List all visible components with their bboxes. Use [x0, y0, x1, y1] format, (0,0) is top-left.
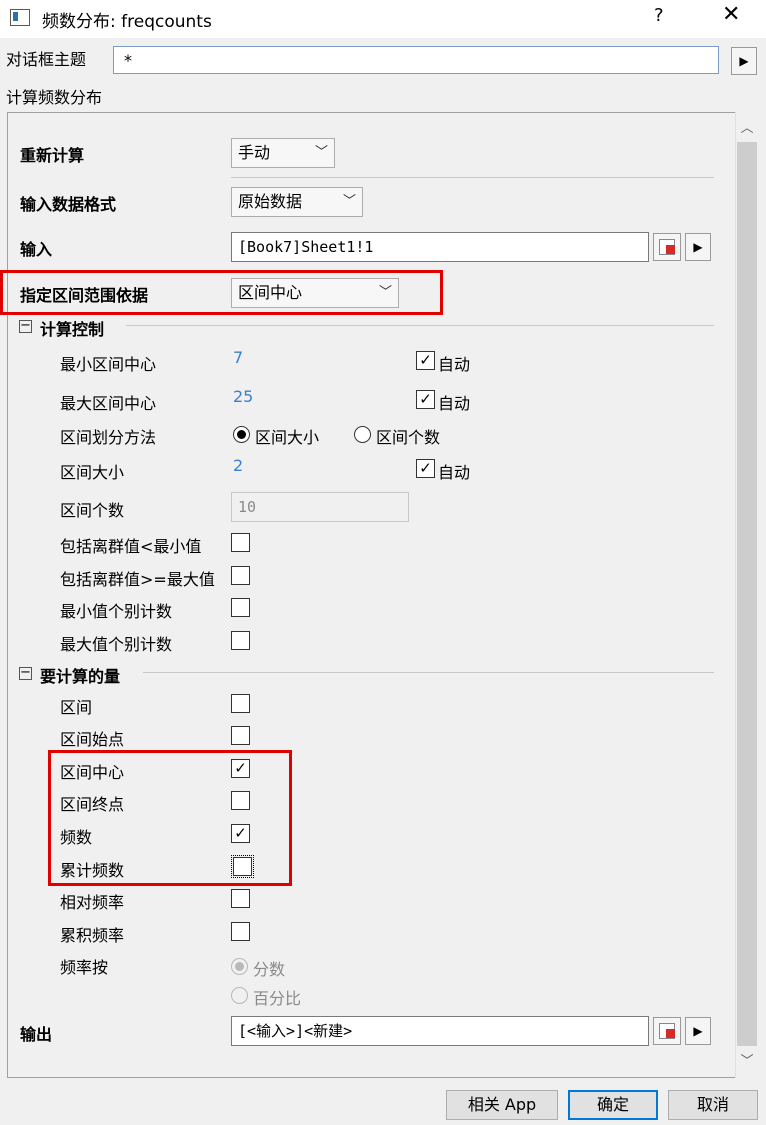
scroll-up-icon[interactable]: ︿: [735, 117, 759, 139]
cum-freq-checkbox[interactable]: [231, 922, 250, 941]
min-center-auto-checkbox[interactable]: ✓: [416, 351, 435, 370]
close-button[interactable]: ✕: [722, 2, 740, 27]
theme-label: 对话框主题: [6, 50, 87, 69]
input-menu-button[interactable]: ▶: [685, 233, 711, 261]
input-format-label: 输入数据格式: [20, 195, 117, 214]
outlier-low-checkbox[interactable]: [231, 533, 250, 552]
radio-bin-count[interactable]: [354, 426, 371, 443]
calc-control-header: 计算控制: [40, 320, 105, 339]
radio-percent[interactable]: [231, 987, 248, 1004]
min-center-auto-label: 自动: [438, 355, 471, 374]
app-icon: [10, 9, 30, 26]
divider: [231, 177, 714, 178]
radio-bin-size[interactable]: [233, 426, 250, 443]
scrollbar-thumb[interactable]: [737, 142, 757, 1046]
rel-freq-checkbox[interactable]: [231, 889, 250, 908]
max-center-value[interactable]: 25: [233, 387, 253, 406]
divider: [126, 325, 714, 326]
bin-start-label: 区间始点: [60, 730, 125, 749]
highlight-box: [0, 270, 443, 315]
highlight-box: [48, 750, 292, 886]
window-title: 频数分布: freqcounts: [42, 12, 212, 32]
radio-percent-label: 百分比: [253, 989, 302, 1008]
output-range-icon[interactable]: [653, 1017, 681, 1045]
count-input[interactable]: 10: [231, 492, 409, 522]
output-field[interactable]: [<输入>]<新建>: [231, 1016, 649, 1046]
size-label: 区间大小: [60, 463, 125, 482]
count-label: 区间个数: [60, 501, 125, 520]
max-center-auto-label: 自动: [438, 394, 471, 413]
rel-freq-label: 相对频率: [60, 893, 125, 912]
chevron-down-icon: ﹀: [314, 145, 328, 160]
input-label: 输入: [20, 240, 53, 259]
input-format-select[interactable]: 原始数据 ﹀: [231, 187, 363, 217]
bin-label: 区间: [60, 698, 93, 717]
cum-freq-label: 累积频率: [60, 926, 125, 945]
recalc-value: 手动: [238, 143, 271, 162]
size-auto-label: 自动: [438, 463, 471, 482]
size-value[interactable]: 2: [233, 456, 243, 475]
chevron-down-icon: ﹀: [342, 194, 356, 209]
input-field[interactable]: [Book7]Sheet1!1: [231, 232, 649, 262]
collapse-icon[interactable]: −: [19, 666, 32, 680]
size-auto-checkbox[interactable]: ✓: [416, 459, 435, 478]
outlier-high-label: 包括离群值>=最大值: [60, 570, 215, 589]
recalc-select[interactable]: 手动 ﹀: [231, 138, 335, 168]
max-center-label: 最大区间中心: [60, 394, 157, 413]
outlier-high-checkbox[interactable]: [231, 566, 250, 585]
bin-start-checkbox[interactable]: [231, 726, 250, 745]
freq-by-label: 频率按: [60, 958, 109, 977]
cancel-button[interactable]: 取消: [668, 1090, 758, 1120]
min-center-label: 最小区间中心: [60, 355, 157, 374]
min-center-value[interactable]: 7: [233, 348, 243, 367]
output-menu-button[interactable]: ▶: [685, 1017, 711, 1045]
radio-fraction-label: 分数: [253, 960, 286, 979]
min-separate-label: 最小值个别计数: [60, 602, 173, 621]
theme-input[interactable]: *: [113, 46, 719, 74]
radio-fraction[interactable]: [231, 958, 248, 975]
outlier-low-label: 包括离群值<最小值: [60, 537, 202, 556]
related-app-button[interactable]: 相关 App: [446, 1090, 558, 1120]
divider: [143, 672, 714, 673]
max-separate-label: 最大值个别计数: [60, 635, 173, 654]
recalc-label: 重新计算: [20, 146, 85, 165]
radio-bin-count-label: 区间个数: [376, 428, 441, 447]
quantities-header: 要计算的量: [40, 667, 121, 686]
scroll-down-icon[interactable]: ﹀: [735, 1050, 759, 1072]
min-separate-checkbox[interactable]: [231, 598, 250, 617]
help-button[interactable]: ?: [654, 5, 664, 26]
method-label: 区间划分方法: [60, 428, 157, 447]
output-label: 输出: [20, 1025, 53, 1044]
collapse-icon[interactable]: −: [19, 319, 32, 333]
select-range-icon[interactable]: [653, 233, 681, 261]
max-separate-checkbox[interactable]: [231, 631, 250, 650]
bin-checkbox[interactable]: [231, 694, 250, 713]
ok-button[interactable]: 确定: [568, 1090, 658, 1120]
dialog-description: 计算频数分布: [6, 88, 103, 107]
radio-bin-size-label: 区间大小: [255, 428, 320, 447]
input-format-value: 原始数据: [238, 192, 303, 211]
theme-menu-button[interactable]: ▶: [731, 47, 757, 75]
max-center-auto-checkbox[interactable]: ✓: [416, 390, 435, 409]
